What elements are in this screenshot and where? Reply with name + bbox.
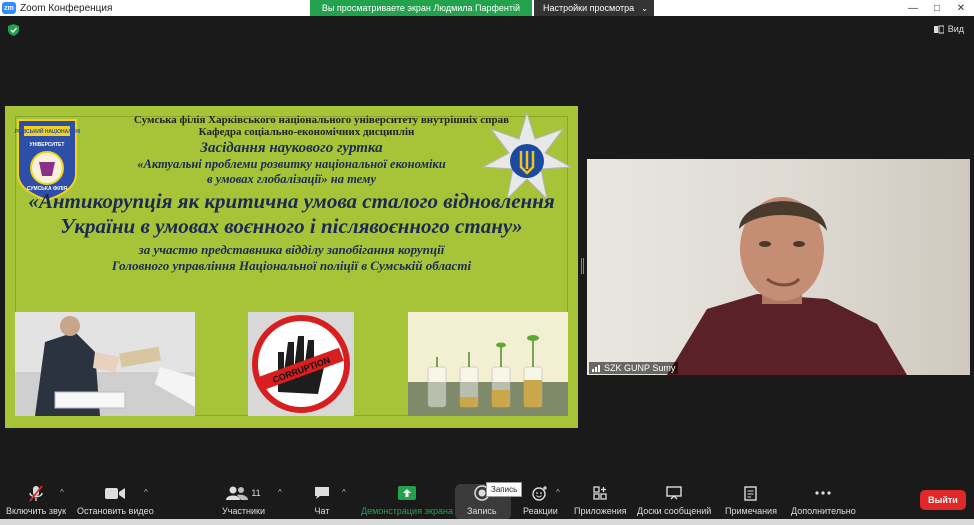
more-label: Дополнительно bbox=[791, 506, 856, 516]
coin-jars-image bbox=[408, 312, 568, 416]
slide-line-2: Кафедра соціально-економічних дисциплін bbox=[198, 126, 415, 138]
participant-video-tile[interactable]: SZK GUNP Sumy bbox=[587, 159, 970, 375]
slide-title-line-2: України в умовах воєнного і післявоєнног… bbox=[60, 214, 523, 238]
reactions-label: Реакции bbox=[523, 506, 558, 516]
participants-count: 11 bbox=[251, 488, 261, 498]
signal-bars-icon bbox=[592, 364, 600, 372]
view-settings-dropdown[interactable]: Настройки просмотра ⌄ bbox=[534, 0, 654, 16]
view-button[interactable]: Вид bbox=[933, 24, 964, 34]
unmute-button[interactable]: Включить звук bbox=[6, 484, 66, 516]
zoom-logo-icon: zm bbox=[2, 2, 16, 14]
share-screen-label: Демонстрация экрана bbox=[361, 506, 453, 516]
more-dots-icon bbox=[815, 491, 831, 495]
whiteboards-button[interactable]: Доски сообщений bbox=[637, 484, 711, 516]
slide-line-8: за участю представника відділу запобіган… bbox=[138, 242, 445, 257]
stop-video-label: Остановить видео bbox=[77, 506, 154, 516]
participant-name-tag: SZK GUNP Sumy bbox=[589, 362, 679, 374]
leave-button[interactable]: Выйти bbox=[920, 490, 966, 510]
slide-text-block: Сумська філія Харківського національного… bbox=[5, 114, 578, 274]
record-label: Запись bbox=[467, 506, 497, 516]
stop-corruption-image: CORRUPTION bbox=[248, 312, 354, 416]
more-button[interactable]: Дополнительно bbox=[791, 484, 856, 516]
record-tooltip: Запись bbox=[486, 482, 523, 497]
window-title: Zoom Конференция bbox=[20, 2, 113, 14]
resize-divider-handle[interactable] bbox=[581, 258, 584, 274]
view-settings-label: Настройки просмотра bbox=[543, 3, 635, 13]
share-screen-icon bbox=[397, 486, 416, 500]
participants-icon bbox=[226, 486, 249, 500]
notes-button[interactable]: Примечания bbox=[725, 484, 777, 516]
close-icon[interactable]: ✕ bbox=[950, 0, 972, 16]
apps-icon bbox=[593, 486, 607, 500]
view-button-label: Вид bbox=[947, 24, 964, 34]
reactions-smiley-icon bbox=[532, 486, 548, 501]
security-shield-icon[interactable] bbox=[8, 24, 19, 36]
chat-options-caret-icon[interactable]: ^ bbox=[342, 488, 346, 497]
audio-options-caret-icon[interactable]: ^ bbox=[60, 488, 64, 497]
apps-button[interactable]: Приложения bbox=[574, 484, 627, 516]
slide-title-line-1: «Антикорупція як критична умова сталого … bbox=[28, 189, 555, 213]
reactions-options-caret-icon[interactable]: ^ bbox=[556, 488, 560, 497]
slide-line-9: Головного управління Національної поліці… bbox=[111, 258, 472, 273]
chat-bubble-icon bbox=[315, 487, 329, 499]
notes-label: Примечания bbox=[725, 506, 777, 516]
slide-line-3: Засідання наукового гуртка bbox=[200, 140, 383, 156]
share-banner: Вы просматриваете экран Людмила Парфенті… bbox=[310, 0, 532, 16]
view-layout-icon bbox=[933, 25, 944, 33]
chat-label: Чат bbox=[314, 506, 330, 516]
participant-image bbox=[667, 197, 907, 375]
minimize-icon[interactable]: — bbox=[902, 0, 924, 16]
maximize-icon[interactable]: □ bbox=[926, 0, 948, 16]
reactions-button[interactable]: Реакции bbox=[523, 484, 558, 516]
bribe-refusal-image bbox=[15, 312, 195, 416]
video-camera-icon bbox=[105, 487, 126, 499]
slide-line-1: Сумська філія Харківського національного… bbox=[133, 114, 510, 126]
participant-name: SZK GUNP Sumy bbox=[604, 363, 676, 373]
share-screen-button[interactable]: Демонстрация экрана bbox=[361, 484, 453, 516]
apps-label: Приложения bbox=[574, 506, 627, 516]
participants-button[interactable]: 11 Участники bbox=[222, 484, 265, 516]
video-options-caret-icon[interactable]: ^ bbox=[144, 488, 148, 497]
chat-button[interactable]: Чат bbox=[314, 484, 330, 516]
unmute-label: Включить звук bbox=[6, 506, 67, 516]
notes-icon bbox=[744, 485, 758, 501]
slide-line-4: «Актуальні проблеми розвитку національно… bbox=[137, 157, 446, 171]
slide-line-5: в умовах глобалізації» на тему bbox=[207, 172, 376, 186]
microphone-muted-icon bbox=[29, 484, 43, 502]
stop-video-button[interactable]: Остановить видео bbox=[77, 484, 154, 516]
participants-label: Участники bbox=[222, 506, 265, 516]
participants-options-caret-icon[interactable]: ^ bbox=[278, 488, 282, 497]
whiteboards-label: Доски сообщений bbox=[637, 506, 712, 516]
whiteboard-icon bbox=[666, 486, 682, 500]
shared-screen-slide: ХАРКІВСЬКИЙ НАЦІОНАЛЬНИЙ УНІВЕРСИТЕТ СУМ… bbox=[5, 106, 578, 428]
os-taskbar-strip bbox=[0, 519, 974, 525]
chevron-down-icon: ⌄ bbox=[641, 3, 648, 13]
